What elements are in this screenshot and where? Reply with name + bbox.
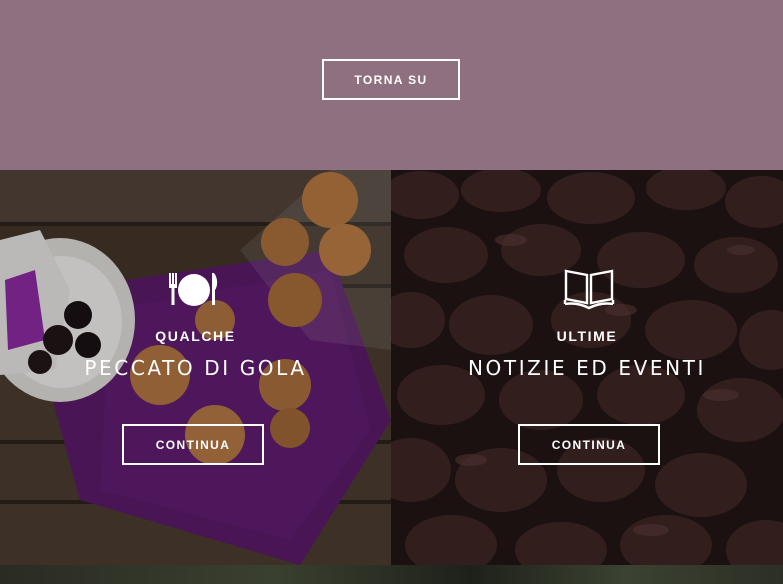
cutlery-plate-icon xyxy=(169,273,218,306)
panel-headline: PECCATO DI GOLA xyxy=(84,356,307,380)
panel-headline: NOTIZIE ED EVENTI xyxy=(467,356,707,380)
news-panel[interactable]: ULTIME NOTIZIE ED EVENTI CONTINUA xyxy=(391,170,783,565)
recipes-panel[interactable]: QUALCHE PECCATO DI GOLA CONTINUA xyxy=(0,170,391,565)
news-continue-button[interactable]: CONTINUA xyxy=(518,424,660,465)
recipes-continue-button[interactable]: CONTINUA xyxy=(122,424,264,465)
back-to-top-section: TORNA SU xyxy=(0,0,783,170)
back-to-top-button[interactable]: TORNA SU xyxy=(322,59,460,100)
next-section-strip xyxy=(0,565,783,584)
panel-kicker: QUALCHE xyxy=(155,328,236,344)
open-book-icon xyxy=(563,269,615,310)
panel-kicker: ULTIME xyxy=(556,328,618,344)
